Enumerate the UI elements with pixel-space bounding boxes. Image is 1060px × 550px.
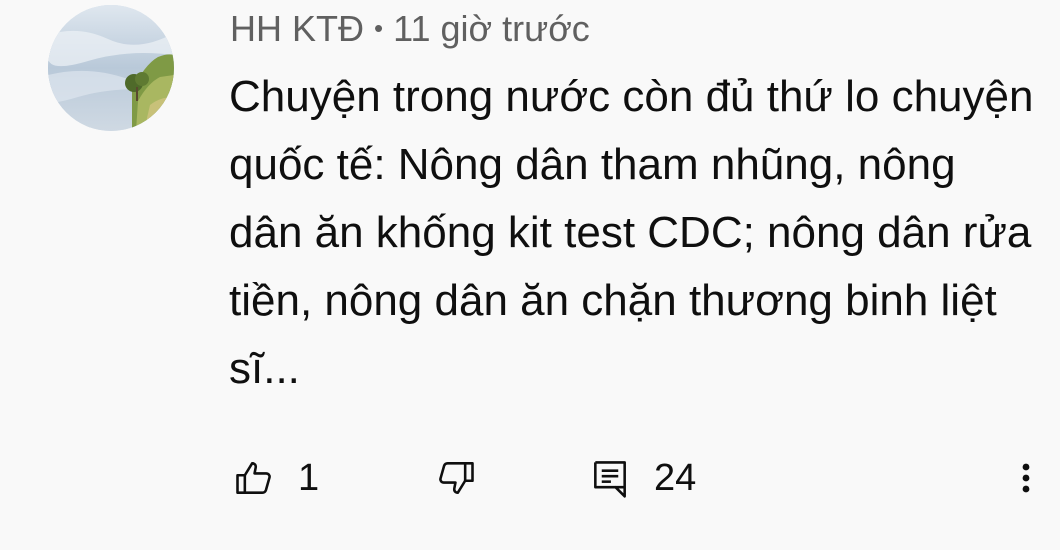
reply-count: 24 bbox=[654, 457, 697, 499]
comment-timestamp[interactable]: 11 giờ trước bbox=[393, 8, 590, 49]
comment-actions: 1 24 bbox=[0, 450, 1060, 506]
comment-icon[interactable] bbox=[588, 456, 632, 500]
comment-text: Chuyện trong nước còn đủ thứ lo chuyện q… bbox=[229, 72, 1034, 393]
like-count: 1 bbox=[298, 457, 320, 499]
meta-separator: • bbox=[374, 13, 384, 43]
comment-meta: HH KTĐ • 11 giờ trước bbox=[230, 6, 590, 51]
author-name[interactable]: HH KTĐ bbox=[230, 8, 364, 49]
thumbs-up-icon[interactable] bbox=[232, 456, 276, 500]
avatar[interactable] bbox=[48, 5, 174, 131]
thumbs-down-icon[interactable] bbox=[434, 456, 478, 500]
comment-item: HH KTĐ • 11 giờ trước Chuyện trong nước cò… bbox=[0, 0, 1060, 550]
more-vertical-icon[interactable] bbox=[1016, 456, 1036, 500]
